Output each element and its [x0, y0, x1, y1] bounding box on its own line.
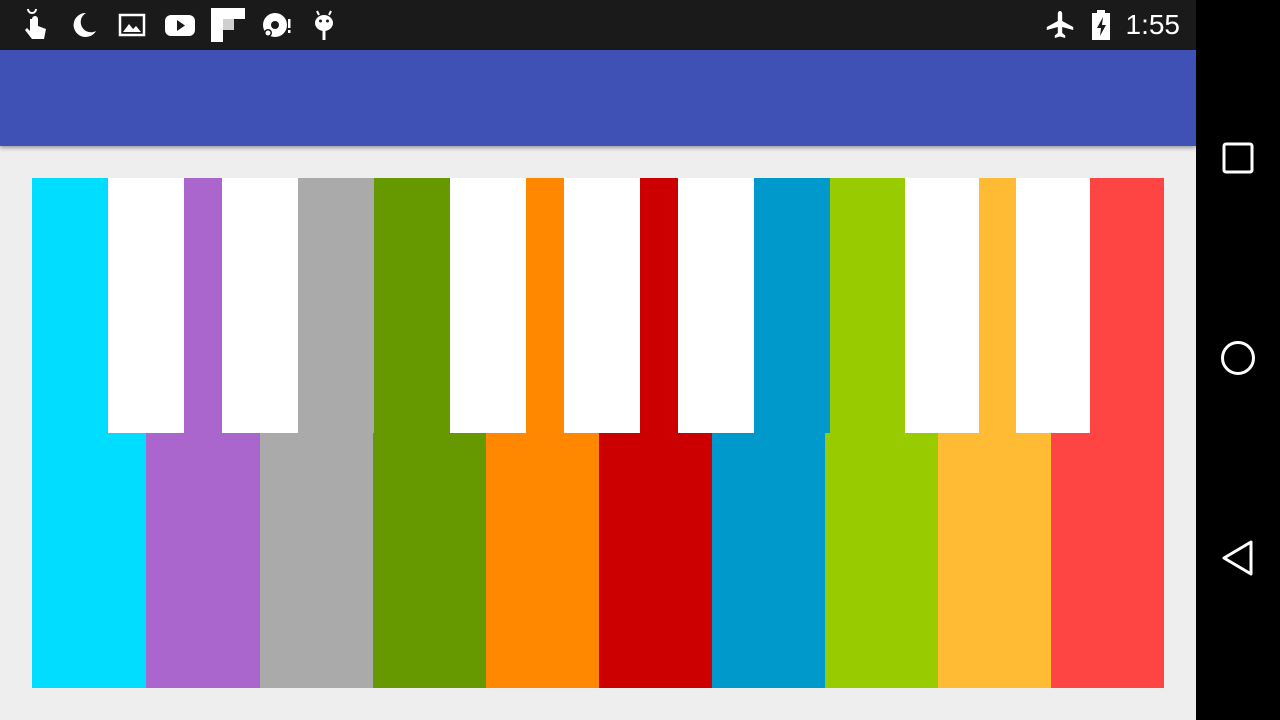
- white-key[interactable]: [450, 178, 526, 433]
- home-circle-icon: [1219, 339, 1257, 382]
- image-icon: [116, 9, 148, 41]
- color-key-bar-9[interactable]: [938, 433, 1051, 688]
- back-triangle-icon: [1219, 539, 1257, 582]
- color-key-top[interactable]: [374, 178, 450, 433]
- white-key[interactable]: [222, 178, 298, 433]
- android-debug-icon: [308, 9, 340, 41]
- color-key-top[interactable]: [298, 178, 374, 433]
- white-key[interactable]: [108, 178, 184, 433]
- color-key-top[interactable]: [754, 178, 830, 433]
- flipboard-icon: [211, 8, 245, 42]
- color-key-top[interactable]: [1090, 178, 1164, 433]
- white-key[interactable]: [678, 178, 754, 433]
- color-key-bar-1[interactable]: [32, 433, 146, 688]
- touch-app-icon: [20, 4, 52, 41]
- color-key-bar-10[interactable]: [1051, 433, 1164, 688]
- color-key-bar-8[interactable]: [825, 433, 938, 688]
- color-key-bar-6[interactable]: [599, 433, 712, 688]
- color-key-bar-3[interactable]: [260, 433, 373, 688]
- youtube-icon: [164, 9, 196, 41]
- app-screen: 1:55: [0, 0, 1196, 720]
- color-piano-keyboard: [32, 178, 1164, 688]
- airplane-mode-icon: [1044, 9, 1076, 41]
- color-key-bar-4[interactable]: [373, 433, 486, 688]
- recents-button[interactable]: [1213, 135, 1263, 185]
- color-key-bar-2[interactable]: [146, 433, 260, 688]
- battery-charging-icon: [1088, 9, 1120, 41]
- disc-icon: [260, 9, 292, 41]
- back-button[interactable]: [1213, 535, 1263, 585]
- white-key[interactable]: [905, 178, 979, 433]
- color-key-top[interactable]: [32, 178, 108, 433]
- color-key-top[interactable]: [830, 178, 905, 433]
- color-key-bar-7[interactable]: [712, 433, 825, 688]
- color-key-bar-5[interactable]: [486, 433, 599, 688]
- home-button[interactable]: [1213, 335, 1263, 385]
- color-key-top[interactable]: [640, 178, 678, 433]
- app-toolbar: [0, 50, 1196, 146]
- navigation-bar: [1196, 0, 1280, 720]
- status-bar: 1:55: [0, 0, 1196, 50]
- clock-text: 1:55: [1125, 9, 1181, 40]
- white-key[interactable]: [1016, 178, 1090, 433]
- white-key[interactable]: [564, 178, 640, 433]
- color-key-top[interactable]: [526, 178, 564, 433]
- color-key-top[interactable]: [184, 178, 222, 433]
- moon-icon: [68, 9, 100, 41]
- color-key-top[interactable]: [979, 178, 1016, 433]
- recents-square-icon: [1221, 141, 1255, 180]
